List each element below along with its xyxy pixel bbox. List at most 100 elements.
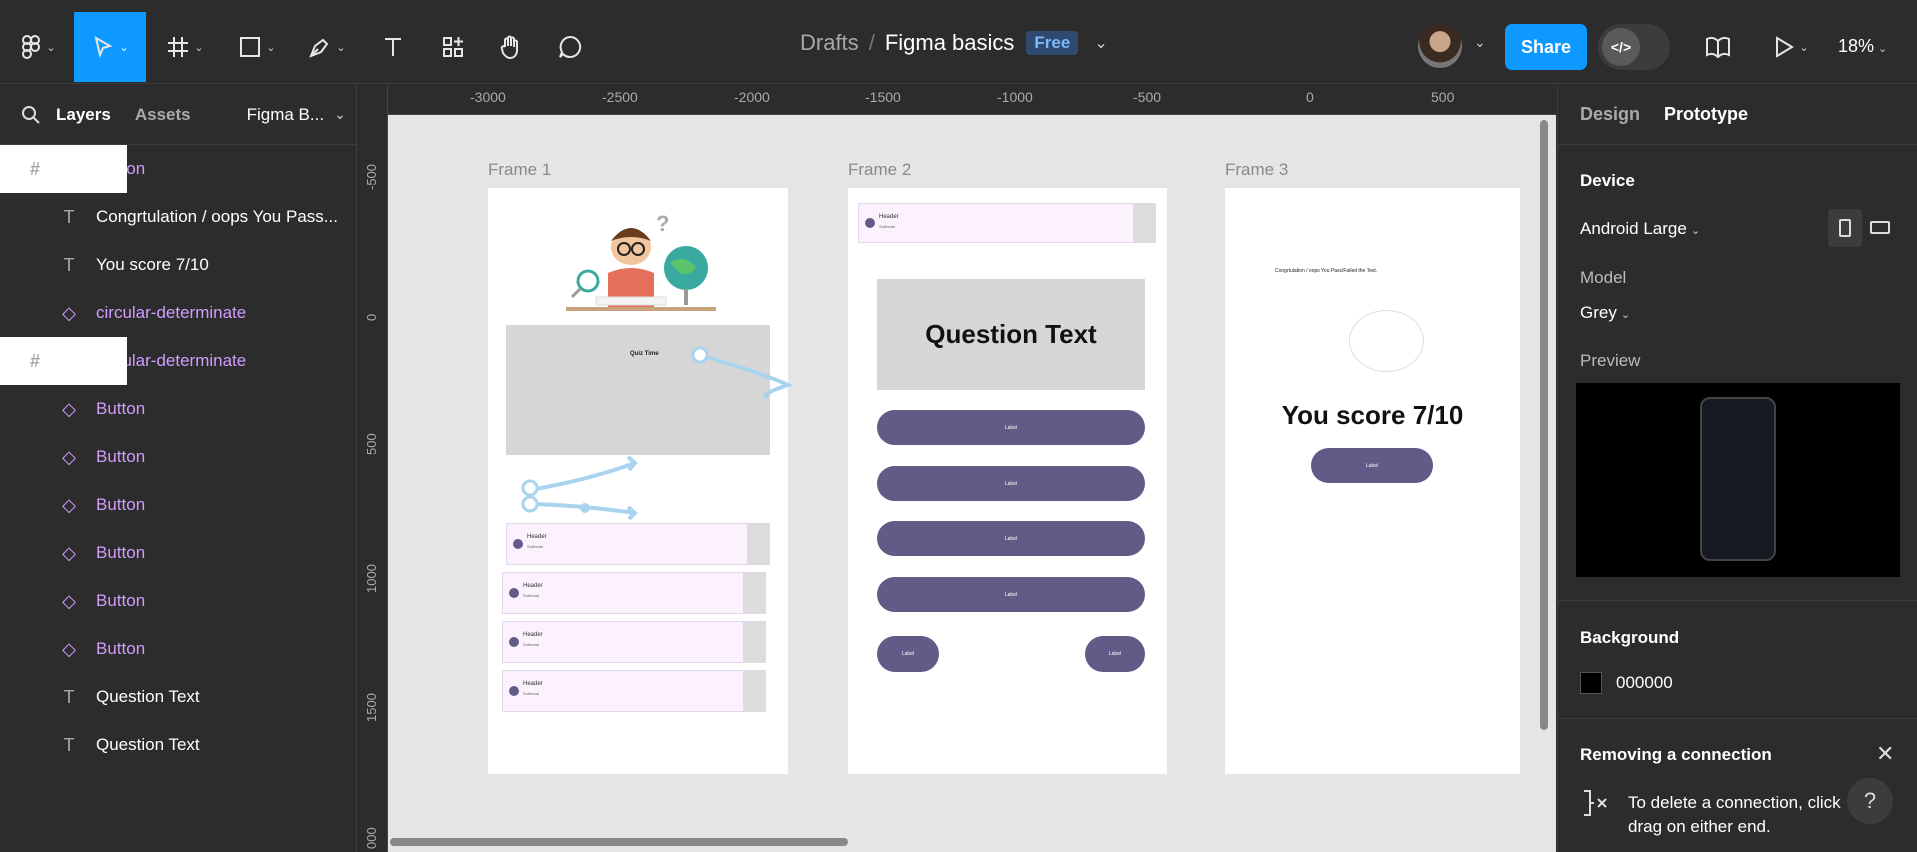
layer-row[interactable]: ◇ Button xyxy=(0,577,356,625)
layer-row[interactable]: ◇ circular-determinate xyxy=(0,289,356,337)
horizontal-scrollbar[interactable] xyxy=(390,838,848,846)
file-menu-chevron-icon[interactable]: ⌄ xyxy=(1094,33,1107,53)
page-chevron-icon[interactable]: ⌄ xyxy=(334,106,346,123)
avatar-chevron-icon[interactable]: ⌄ xyxy=(1474,34,1486,51)
move-tool-button[interactable]: ⌄ xyxy=(74,12,146,82)
resources-icon xyxy=(443,37,463,57)
layer-row[interactable]: # Frame 3 xyxy=(0,145,128,193)
close-icon[interactable]: ✕ xyxy=(1876,741,1894,767)
layer-row[interactable]: ◇ Button xyxy=(0,625,356,673)
dev-mode-toggle[interactable]: </> xyxy=(1598,24,1670,70)
breadcrumb-separator: / xyxy=(868,30,875,55)
help-button[interactable]: ? xyxy=(1847,778,1893,824)
layer-label: Button xyxy=(96,543,146,562)
pen-tool-button[interactable]: ⌄ xyxy=(302,12,352,82)
device-heading: Device xyxy=(1580,171,1635,190)
answer-button[interactable]: Label xyxy=(877,410,1145,445)
component-icon: ◇ xyxy=(62,302,76,323)
hand-tool-button[interactable] xyxy=(496,12,526,82)
layer-row[interactable]: ◇ Button xyxy=(0,385,356,433)
text-tool-button[interactable] xyxy=(378,12,408,82)
result-button[interactable]: Label xyxy=(1311,448,1433,483)
tab-design[interactable]: Design xyxy=(1580,104,1640,125)
present-button[interactable]: ⌄ xyxy=(1766,12,1816,82)
component-icon: ◇ xyxy=(62,398,76,419)
layer-label: Button xyxy=(96,399,146,418)
layer-label: Congrtulation / oops You Pass... xyxy=(96,207,338,226)
preview-label: Preview xyxy=(1580,351,1641,370)
book-icon xyxy=(1706,36,1730,59)
background-hex[interactable]: 000000 xyxy=(1616,673,1673,693)
device-select[interactable]: Android Large ⌄ xyxy=(1580,219,1700,239)
design-canvas[interactable]: -3000 -2500 -2000 -1500 -1000 -500 0 500… xyxy=(358,85,1556,852)
user-avatar[interactable] xyxy=(1418,24,1462,68)
chevron-down-icon: ⌄ xyxy=(194,41,204,54)
search-icon[interactable] xyxy=(20,105,42,125)
file-name[interactable]: Figma basics xyxy=(885,30,1015,56)
list-item-card[interactable]: Header Subhead xyxy=(858,203,1156,243)
layer-label: Question Text xyxy=(96,687,200,706)
score-text: You score 7/10 xyxy=(1281,400,1464,430)
layer-label: Frame 2 xyxy=(62,351,128,370)
resources-button[interactable] xyxy=(438,12,468,82)
hand-icon xyxy=(500,35,518,60)
answer-button[interactable]: Label xyxy=(877,466,1145,501)
library-button[interactable] xyxy=(1700,12,1736,82)
chevron-down-icon: ⌄ xyxy=(1799,41,1809,54)
layer-row[interactable]: # Frame 2 xyxy=(0,337,128,385)
figma-menu-button[interactable]: ⌄ xyxy=(18,12,58,82)
circular-progress[interactable] xyxy=(1349,310,1424,372)
model-value: Grey xyxy=(1580,303,1617,322)
device-value: Android Large xyxy=(1580,219,1687,238)
landscape-icon[interactable] xyxy=(1870,221,1890,234)
layer-row[interactable]: T Question Text xyxy=(0,673,356,721)
frame2-label[interactable]: Frame 2 xyxy=(848,160,911,180)
media-placeholder-icon xyxy=(1133,204,1155,242)
zoom-level[interactable]: 18% ⌄ xyxy=(1838,36,1887,57)
answer-button[interactable]: Label xyxy=(877,577,1145,612)
layer-label: Frame 3 xyxy=(62,159,128,178)
component-icon: ◇ xyxy=(62,638,76,659)
frame-tool-button[interactable]: ⌄ xyxy=(160,12,210,82)
pen-icon xyxy=(309,38,329,58)
chevron-down-icon: ⌄ xyxy=(1878,43,1888,55)
frame-3[interactable]: Congrtulation / oops You Pass/Failed the… xyxy=(1225,188,1520,774)
layer-row[interactable]: ◇ Button xyxy=(0,529,356,577)
zoom-value: 18% xyxy=(1838,36,1875,56)
divider xyxy=(1558,718,1917,719)
portrait-toggle[interactable] xyxy=(1828,209,1862,247)
phone-icon xyxy=(1700,397,1776,561)
layer-row[interactable]: T Congrtulation / oops You Pass... xyxy=(0,193,356,241)
page-selector[interactable]: Figma B... xyxy=(247,105,324,125)
tab-assets[interactable]: Assets xyxy=(135,105,191,125)
breadcrumb-drafts[interactable]: Drafts xyxy=(800,30,859,56)
vertical-scrollbar[interactable] xyxy=(1540,120,1548,730)
next-button[interactable]: Label xyxy=(1085,636,1145,672)
card-header: Header xyxy=(879,214,899,220)
background-heading: Background xyxy=(1580,628,1680,647)
question-box[interactable]: Question Text xyxy=(877,279,1145,390)
share-button[interactable]: Share xyxy=(1505,24,1587,70)
layer-label: Button xyxy=(96,447,146,466)
layer-row[interactable]: ◇ Button xyxy=(0,433,356,481)
layer-row[interactable]: T Question Text xyxy=(0,721,356,769)
frame-2[interactable]: Header Subhead Question Text Label Label … xyxy=(848,188,1167,774)
answer-button[interactable]: Label xyxy=(877,521,1145,556)
tip-title: Removing a connection xyxy=(1580,745,1772,764)
layer-row[interactable]: ◇ Button xyxy=(0,481,356,529)
chevron-down-icon: ⌄ xyxy=(336,41,346,54)
tab-layers[interactable]: Layers xyxy=(56,105,111,125)
plan-badge[interactable]: Free xyxy=(1026,31,1079,55)
layer-label: circular-determinate xyxy=(96,303,247,322)
comment-tool-button[interactable] xyxy=(555,12,585,82)
code-icon: </> xyxy=(1602,28,1640,66)
avatar-dot xyxy=(865,218,875,228)
prev-button[interactable]: Label xyxy=(877,636,939,672)
model-select[interactable]: Grey ⌄ xyxy=(1580,303,1630,323)
shape-tool-button[interactable]: ⌄ xyxy=(232,12,282,82)
layer-row[interactable]: T You score 7/10 xyxy=(0,241,356,289)
frame3-label[interactable]: Frame 3 xyxy=(1225,160,1288,180)
tab-prototype[interactable]: Prototype xyxy=(1664,104,1748,125)
comment-icon xyxy=(559,35,582,58)
background-swatch[interactable] xyxy=(1580,672,1602,694)
